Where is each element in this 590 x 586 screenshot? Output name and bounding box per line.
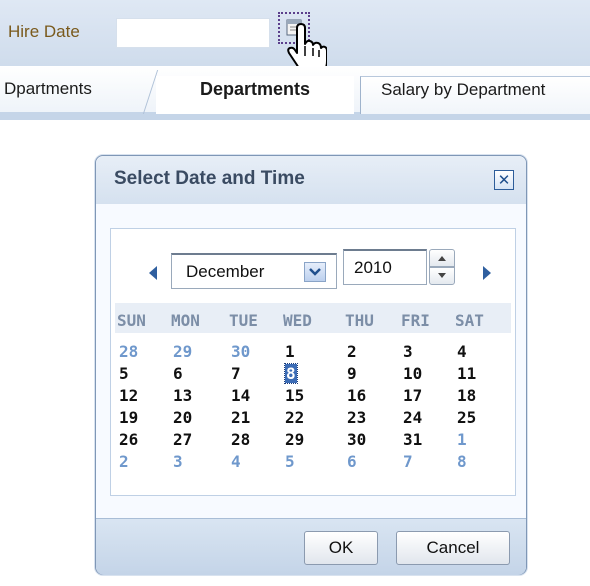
day-cell[interactable]: 11 <box>457 364 497 384</box>
day-cell[interactable]: 4 <box>231 452 271 472</box>
day-cell[interactable]: 29 <box>285 430 325 450</box>
weekday-label: THU <box>345 311 374 330</box>
calendar-panel: December 2010 SUN MON TUE WED THU FRI SA… <box>110 228 516 496</box>
form-header: Hire Date <box>0 0 590 76</box>
day-cell[interactable]: 9 <box>347 364 387 384</box>
day-cell[interactable]: 25 <box>457 408 497 428</box>
day-cell[interactable]: 29 <box>173 342 213 362</box>
arrow-up-icon <box>438 256 446 261</box>
day-cell[interactable]: 23 <box>347 408 387 428</box>
year-decrement-button[interactable] <box>429 267 455 285</box>
day-cell[interactable]: 10 <box>403 364 443 384</box>
day-cell[interactable]: 6 <box>347 452 387 472</box>
weekday-label: WED <box>283 311 312 330</box>
day-cell[interactable]: 22 <box>285 408 325 428</box>
day-cell[interactable]: 16 <box>347 386 387 406</box>
day-cell[interactable]: 17 <box>403 386 443 406</box>
select-date-dialog: Select Date and Time ✕ December 2010 SUN… <box>95 155 527 575</box>
arrow-down-icon <box>438 273 446 278</box>
chevron-down-icon <box>309 268 321 276</box>
selected-day-cell[interactable]: 8 <box>284 363 325 384</box>
weekday-label: TUE <box>229 311 258 330</box>
month-value: December <box>186 262 265 281</box>
tab-salary-by-department[interactable]: Salary by Department <box>360 76 590 114</box>
day-cell[interactable]: 12 <box>119 386 159 406</box>
day-cell[interactable]: 5 <box>285 452 325 472</box>
day-cell[interactable]: 3 <box>403 342 443 362</box>
year-field[interactable]: 2010 <box>343 249 427 285</box>
next-month-icon[interactable] <box>481 265 493 281</box>
day-cell[interactable]: 27 <box>173 430 213 450</box>
day-cell[interactable]: 2 <box>119 452 159 472</box>
day-cell[interactable]: 14 <box>231 386 271 406</box>
dialog-footer: OK Cancel <box>96 518 526 575</box>
day-cell[interactable]: 15 <box>285 386 325 406</box>
day-cell[interactable]: 4 <box>457 342 497 362</box>
day-cell[interactable]: 13 <box>173 386 213 406</box>
tab-departments[interactable]: Departments <box>156 76 354 114</box>
weekday-label: SUN <box>117 311 146 330</box>
day-cell[interactable]: 19 <box>119 408 159 428</box>
day-cell[interactable]: 20 <box>173 408 213 428</box>
hire-date-input[interactable] <box>116 18 270 48</box>
ok-button[interactable]: OK <box>304 531 378 565</box>
day-cell[interactable]: 28 <box>231 430 271 450</box>
day-cell[interactable]: 30 <box>231 342 271 362</box>
day-cell[interactable]: 21 <box>231 408 271 428</box>
month-dropdown-button[interactable] <box>304 262 326 282</box>
dialog-title: Select Date and Time <box>114 168 305 189</box>
day-cell[interactable]: 7 <box>403 452 443 472</box>
dialog-header: Select Date and Time ✕ <box>96 156 526 204</box>
day-cell[interactable]: 1 <box>285 342 325 362</box>
day-cell[interactable]: 5 <box>119 364 159 384</box>
hire-date-label: Hire Date <box>8 22 80 41</box>
weekday-label: FRI <box>401 311 430 330</box>
month-select[interactable]: December <box>171 253 337 289</box>
cancel-button[interactable]: Cancel <box>396 531 510 565</box>
day-cell[interactable]: 3 <box>173 452 213 472</box>
tab-dpartments[interactable]: Dpartments <box>4 76 92 114</box>
close-button[interactable]: ✕ <box>494 170 514 190</box>
day-cell[interactable]: 28 <box>119 342 159 362</box>
weekday-label: MON <box>171 311 200 330</box>
day-cell[interactable]: 8 <box>457 452 497 472</box>
day-cell[interactable]: 2 <box>347 342 387 362</box>
weekday-label: SAT <box>455 311 484 330</box>
day-cell[interactable]: 24 <box>403 408 443 428</box>
year-increment-button[interactable] <box>429 249 455 267</box>
day-cell[interactable]: 26 <box>119 430 159 450</box>
day-cell[interactable]: 30 <box>347 430 387 450</box>
day-cell[interactable]: 1 <box>457 430 497 450</box>
year-value: 2010 <box>354 258 392 277</box>
day-cell[interactable]: 18 <box>457 386 497 406</box>
day-cell[interactable]: 31 <box>403 430 443 450</box>
day-cell[interactable]: 6 <box>173 364 213 384</box>
previous-month-icon[interactable] <box>147 265 159 281</box>
day-cell[interactable]: 7 <box>231 364 271 384</box>
